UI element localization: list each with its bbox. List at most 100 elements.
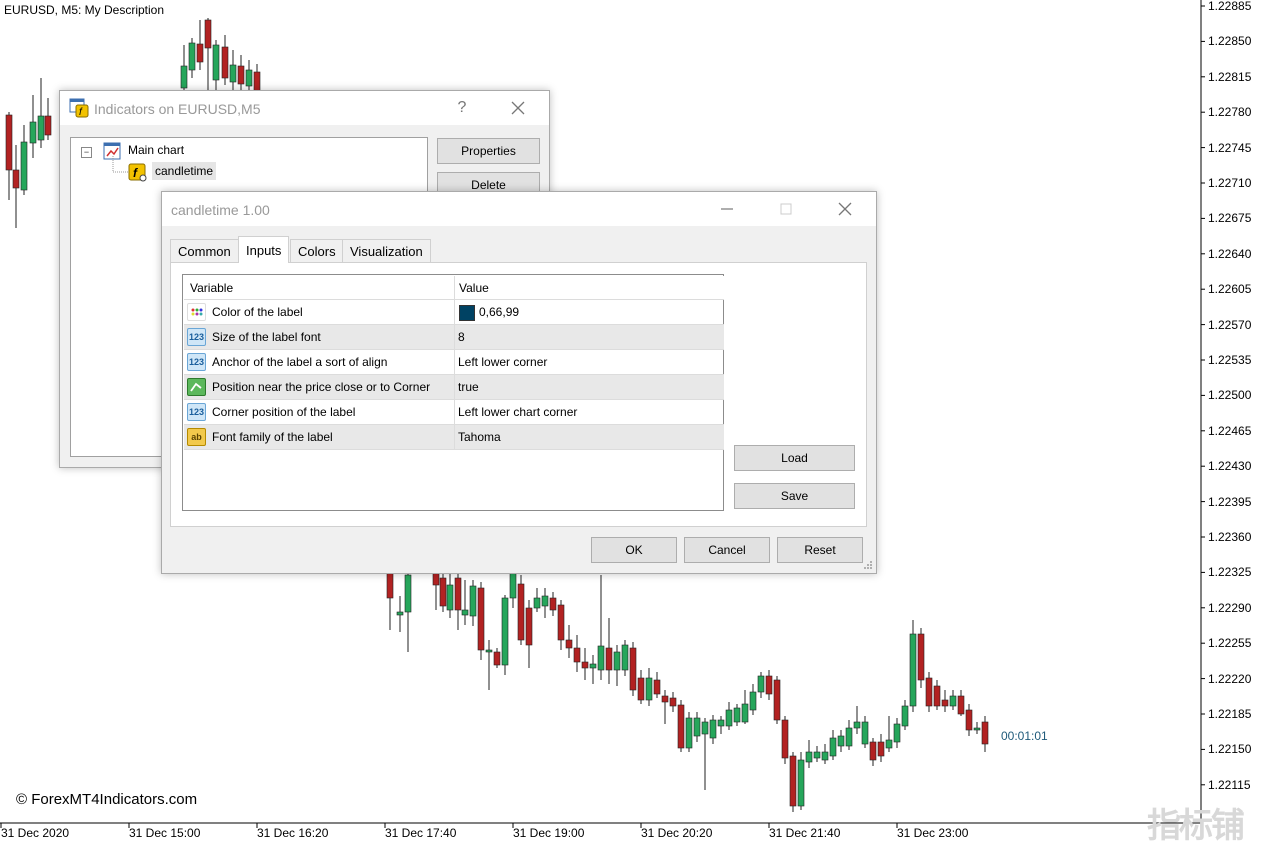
tab-common[interactable]: Common (170, 239, 239, 262)
candle-body (957, 695, 965, 715)
minimize-icon[interactable] (716, 198, 738, 220)
properties-button[interactable]: Properties (437, 138, 540, 164)
candle-body (461, 609, 469, 616)
inputs-grid[interactable]: Variable Value Color of the label 0,66,9… (182, 274, 724, 511)
price-axis-label: 1.22675 (1208, 211, 1252, 226)
variable-name: Color of the label (212, 305, 303, 319)
candle-body (861, 721, 869, 745)
variable-name: Position near the price close or to Corn… (212, 380, 431, 394)
cancel-button[interactable]: Cancel (684, 537, 770, 563)
candle-body (773, 679, 781, 721)
indicators-window-titlebar[interactable]: f Indicators on EURUSD,M5 ? (60, 91, 549, 125)
help-button[interactable]: ? (451, 97, 473, 119)
candle-body (517, 583, 525, 641)
variable-name: Corner position of the label (212, 405, 356, 419)
candle-body (180, 65, 188, 89)
candle-body (509, 569, 517, 599)
candle-body (965, 709, 973, 731)
candle-body (597, 645, 605, 671)
price-axis-label: 1.22360 (1208, 530, 1252, 544)
function-icon: f (128, 163, 148, 186)
candle-body (877, 741, 885, 757)
color-swatch[interactable] (459, 305, 475, 321)
price-axis-label: 1.22395 (1208, 494, 1252, 509)
variable-value[interactable]: 8 (458, 325, 465, 349)
candle-body (29, 121, 37, 144)
candle-body (446, 584, 454, 611)
candle-body (725, 709, 733, 727)
candle-body (188, 42, 196, 71)
price-axis-label: 1.22780 (1208, 105, 1252, 120)
candle-body (941, 699, 949, 707)
candle-body (661, 695, 669, 703)
time-axis-label: 31 Dec 15:00 (129, 826, 201, 840)
candle-body (709, 719, 717, 739)
candle-body (565, 639, 573, 649)
load-button[interactable]: Load (734, 445, 855, 471)
candle-body (549, 597, 557, 611)
save-button[interactable]: Save (734, 483, 855, 509)
candle-body (541, 595, 549, 607)
candle-body (685, 717, 693, 749)
candle-body (789, 755, 797, 807)
variable-value[interactable]: 0,66,99 (479, 300, 519, 324)
candle-body (196, 43, 204, 63)
candle-body (653, 679, 661, 695)
reset-button[interactable]: Reset (777, 537, 863, 563)
candle-body (204, 19, 212, 49)
candle-body (557, 604, 565, 641)
tab-inputs[interactable]: Inputs (238, 236, 290, 263)
price-axis-label: 1.22605 (1208, 282, 1252, 297)
candle-body (5, 114, 13, 171)
chart-title: EURUSD, M5: My Description (4, 3, 165, 17)
grid-row[interactable]: Position near the price close or to Corn… (184, 375, 724, 400)
grid-row[interactable]: Color of the label 0,66,99 (184, 300, 724, 325)
maximize-icon[interactable] (775, 198, 797, 220)
time-axis-label: 31 Dec 23:00 (897, 826, 969, 840)
candle-body (396, 611, 404, 616)
boolean-icon (187, 378, 206, 396)
number-icon: 123 (187, 328, 206, 346)
candle-body (37, 115, 45, 141)
grid-row[interactable]: 123 Corner position of the label Left lo… (184, 400, 724, 425)
candle-body (485, 649, 493, 653)
grid-row[interactable]: ab Font family of the label Tahoma (184, 425, 724, 450)
candle-body (757, 675, 765, 693)
candletime-dialog-titlebar[interactable]: candletime 1.00 (162, 192, 876, 226)
resize-grip-icon[interactable] (862, 559, 874, 574)
candle-body (573, 647, 581, 663)
tree-item-main-chart[interactable]: Main chart (128, 143, 184, 157)
variable-value[interactable]: Left lower chart corner (458, 400, 577, 424)
grid-row[interactable]: 123 Anchor of the label a sort of align … (184, 350, 724, 375)
header-variable[interactable]: Variable (190, 276, 233, 300)
candle-body (813, 751, 821, 759)
ok-button[interactable]: OK (591, 537, 677, 563)
tab-colors[interactable]: Colors (290, 239, 344, 262)
variable-value[interactable]: Left lower corner (458, 350, 547, 374)
candle-body (973, 727, 981, 731)
text-icon: ab (187, 428, 206, 446)
number-icon: 123 (187, 403, 206, 421)
variable-value[interactable]: true (458, 375, 479, 399)
candle-body (765, 675, 773, 695)
candle-body (386, 571, 394, 599)
candle-body (501, 597, 509, 666)
price-axis-label: 1.22850 (1208, 34, 1252, 49)
candle-body (454, 577, 462, 611)
close-icon[interactable] (507, 97, 529, 119)
candle-body (493, 651, 501, 666)
price-axis-label: 1.22640 (1208, 246, 1252, 261)
header-value[interactable]: Value (459, 276, 489, 300)
grid-row[interactable]: 123 Size of the label font 8 (184, 325, 724, 350)
grid-header: Variable Value (184, 276, 724, 300)
close-icon[interactable] (834, 198, 856, 220)
variable-value[interactable]: Tahoma (458, 425, 501, 449)
candle-body (605, 647, 613, 671)
tree-item-candletime[interactable]: candletime (152, 162, 217, 180)
candletime-dialog-title: candletime 1.00 (171, 202, 270, 218)
candle-body (909, 633, 917, 707)
tab-visualization[interactable]: Visualization (342, 239, 431, 262)
candle-body (797, 759, 805, 807)
candle-body (645, 677, 653, 701)
candle-body (885, 739, 893, 749)
